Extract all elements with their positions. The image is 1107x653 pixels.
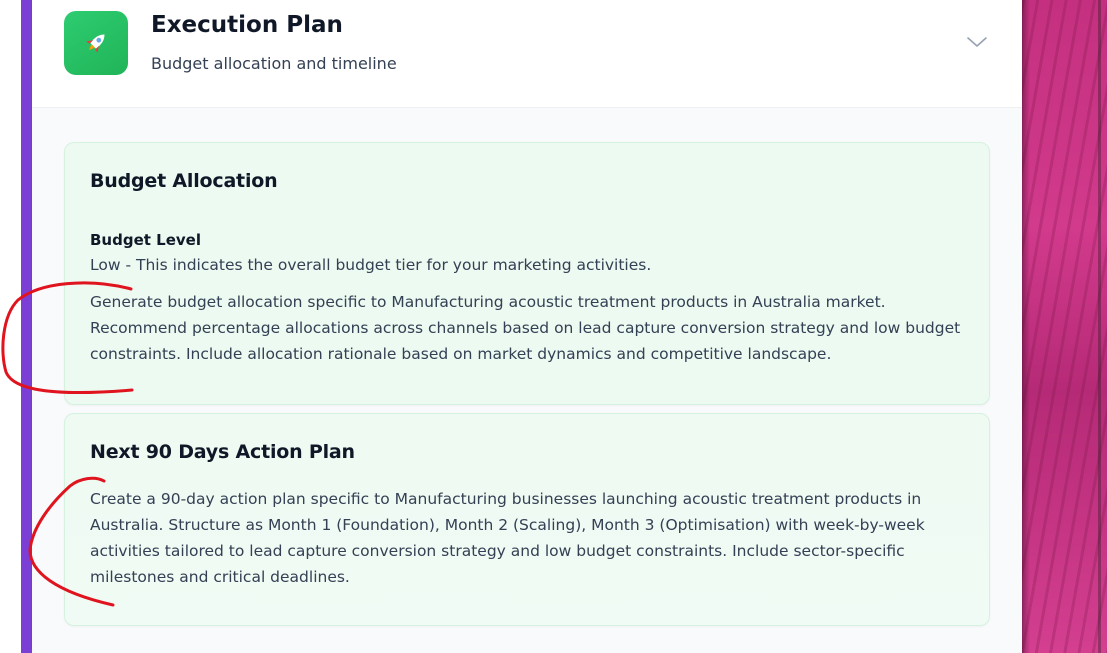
budget-allocation-section: Budget Allocation Budget Level Low - Thi… [64, 142, 990, 405]
card-header[interactable]: Execution Plan Budget allocation and tim… [32, 0, 1022, 108]
scrollbar[interactable] [1098, 0, 1101, 653]
action-plan-heading: Next 90 Days Action Plan [90, 441, 355, 463]
card-subtitle: Budget allocation and timeline [151, 54, 397, 73]
card-title: Execution Plan [151, 12, 343, 38]
budget-level-label: Budget Level [90, 231, 201, 249]
action-plan-description: Create a 90-day action plan specific to … [90, 490, 925, 586]
budget-allocation-heading: Budget Allocation [90, 170, 278, 192]
budget-allocation-description: Generate budget allocation specific to M… [90, 293, 961, 363]
rocket-icon [64, 11, 128, 75]
background-image [1022, 0, 1107, 653]
chevron-down-icon[interactable] [965, 32, 989, 52]
backdrop-shadow [1022, 0, 1030, 653]
execution-plan-card: Execution Plan Budget allocation and tim… [32, 0, 1022, 653]
screen: Execution Plan Budget allocation and tim… [0, 0, 1107, 653]
accent-strip [21, 0, 32, 653]
budget-level-value: Low - This indicates the overall budget … [90, 256, 652, 274]
action-plan-section: Next 90 Days Action Plan Create a 90-day… [64, 413, 990, 626]
